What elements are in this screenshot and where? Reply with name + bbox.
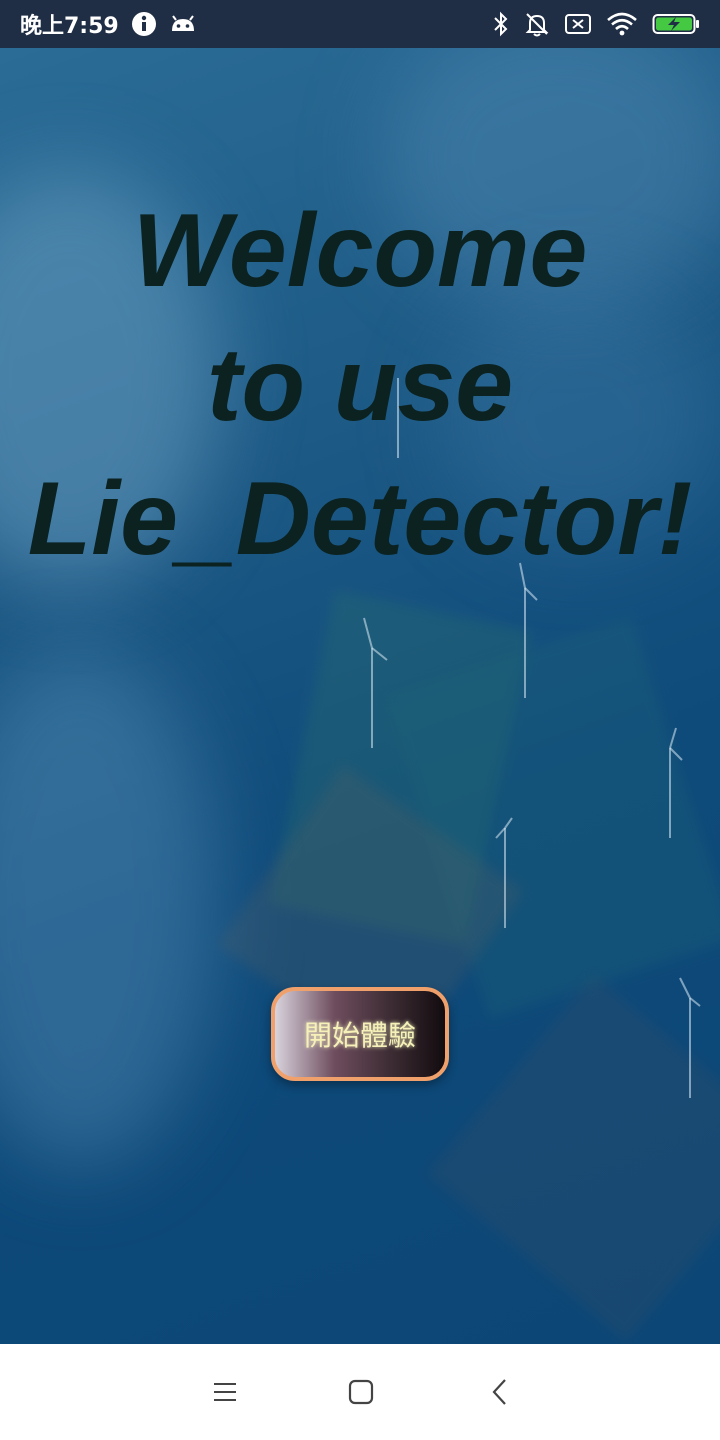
welcome-line-2: to use	[206, 327, 514, 443]
wifi-icon	[606, 11, 638, 37]
status-bar: 晚上7:59	[0, 0, 720, 48]
menu-icon[interactable]	[205, 1372, 245, 1412]
notifications-off-icon	[524, 11, 550, 37]
status-time: 晚上7:59	[20, 14, 119, 39]
back-icon[interactable]	[480, 1372, 520, 1412]
welcome-title: Welcome to use Lie_Detector!	[0, 184, 720, 586]
no-sim-icon	[564, 12, 592, 36]
background-image: Welcome to use Lie_Detector!	[0, 48, 720, 1344]
status-left: 晚上7:59	[20, 8, 197, 40]
android-icon	[169, 13, 197, 35]
welcome-line-1: Welcome	[132, 193, 588, 309]
navigation-bar	[0, 1344, 720, 1440]
battery-charging-icon	[652, 12, 700, 36]
status-right	[492, 11, 700, 37]
welcome-line-3: Lie_Detector!	[27, 461, 693, 577]
home-icon[interactable]	[341, 1372, 381, 1412]
start-experience-button[interactable]: 開始體驗	[271, 987, 449, 1081]
bluetooth-icon	[492, 11, 510, 37]
info-icon	[131, 11, 157, 37]
